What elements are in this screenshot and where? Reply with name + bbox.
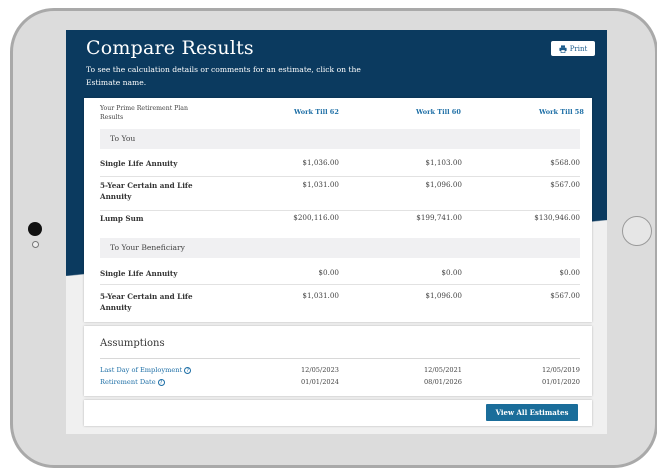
assumption-value: 01/01/2024 [300,378,339,386]
results-header-row: Your Prime Retirement Plan Results Work … [84,98,592,126]
row-value: $199,741.00 [416,213,462,222]
row-value: $567.00 [550,291,580,300]
row-value: $1,036.00 [302,158,339,167]
view-all-estimates-button[interactable]: View All Estimates [486,404,578,421]
info-icon[interactable]: ? [184,366,192,374]
table-row: Single Life Annuity $1,036.00 $1,103.00 … [100,158,580,177]
row-label: Single Life Annuity [100,159,178,168]
row-value: $130,946.00 [534,213,580,222]
table-row: 5-Year Certain and Life Annuity $1,031.0… [100,291,580,317]
printer-icon [559,44,567,53]
results-card: Your Prime Retirement Plan Results Work … [84,98,592,322]
estimate-column-link[interactable]: Work Till 58 [539,108,584,116]
sensor-icon [32,241,39,248]
assumption-value: 12/05/2019 [541,366,580,374]
assumption-row: Retirement Date ? 01/01/2024 08/01/2026 … [100,378,580,390]
row-value: $1,031.00 [302,180,339,189]
table-row: 5-Year Certain and Life Annuity $1,031.0… [100,180,580,211]
page-subtitle: To see the calculation details or commen… [86,65,361,87]
row-value: $1,096.00 [425,291,462,300]
table-row: Lump Sum $200,116.00 $199,741.00 $130,94… [100,213,580,229]
tablet-screen: Compare Results To see the calculation d… [66,30,607,434]
row-value: $1,031.00 [302,291,339,300]
divider [100,358,580,359]
row-label: 5-Year Certain and Life Annuity [100,181,193,201]
section-title: To You [110,134,136,143]
row-value: $1,096.00 [425,180,462,189]
row-value: $1,103.00 [425,158,462,167]
estimate-column-link[interactable]: Work Till 60 [416,108,461,116]
section-header-to-your-beneficiary: To Your Beneficiary [100,238,580,258]
home-button[interactable] [622,216,652,246]
info-icon[interactable]: ? [157,378,165,386]
assumption-value: 01/01/2020 [541,378,580,386]
row-label: Single Life Annuity [100,269,178,278]
assumption-label[interactable]: Retirement Date ? [100,378,165,386]
row-label: Lump Sum [100,214,144,223]
table-row: Single Life Annuity $0.00 $0.00 $0.00 [100,268,580,285]
assumption-row: Last Day of Employment ? 12/05/2023 12/0… [100,366,580,378]
assumption-label-text: Last Day of Employment [100,366,183,374]
row-value: $568.00 [550,158,580,167]
row-value: $567.00 [550,180,580,189]
row-value: $0.00 [559,268,580,277]
assumptions-title: Assumptions [100,338,165,349]
actions-bar: View All Estimates [84,400,592,426]
page-title: Compare Results [86,37,254,59]
estimate-column-link[interactable]: Work Till 62 [294,108,339,116]
assumption-label[interactable]: Last Day of Employment ? [100,366,192,374]
section-title: To Your Beneficiary [110,243,185,252]
assumption-label-text: Retirement Date [100,378,156,386]
row-value: $200,116.00 [293,213,339,222]
results-header-label: Your Prime Retirement Plan Results [100,105,188,121]
assumption-value: 08/01/2026 [423,378,462,386]
assumption-value: 12/05/2021 [423,366,462,374]
print-label: Print [569,44,588,53]
section-header-to-you: To You [100,129,580,149]
print-button[interactable]: Print [551,41,595,56]
row-label: 5-Year Certain and Life Annuity [100,292,193,312]
assumptions-card: Assumptions Last Day of Employment ? 12/… [84,326,592,396]
row-value: $0.00 [441,268,462,277]
assumption-value: 12/05/2023 [300,366,339,374]
camera-icon [28,222,42,236]
row-value: $0.00 [318,268,339,277]
